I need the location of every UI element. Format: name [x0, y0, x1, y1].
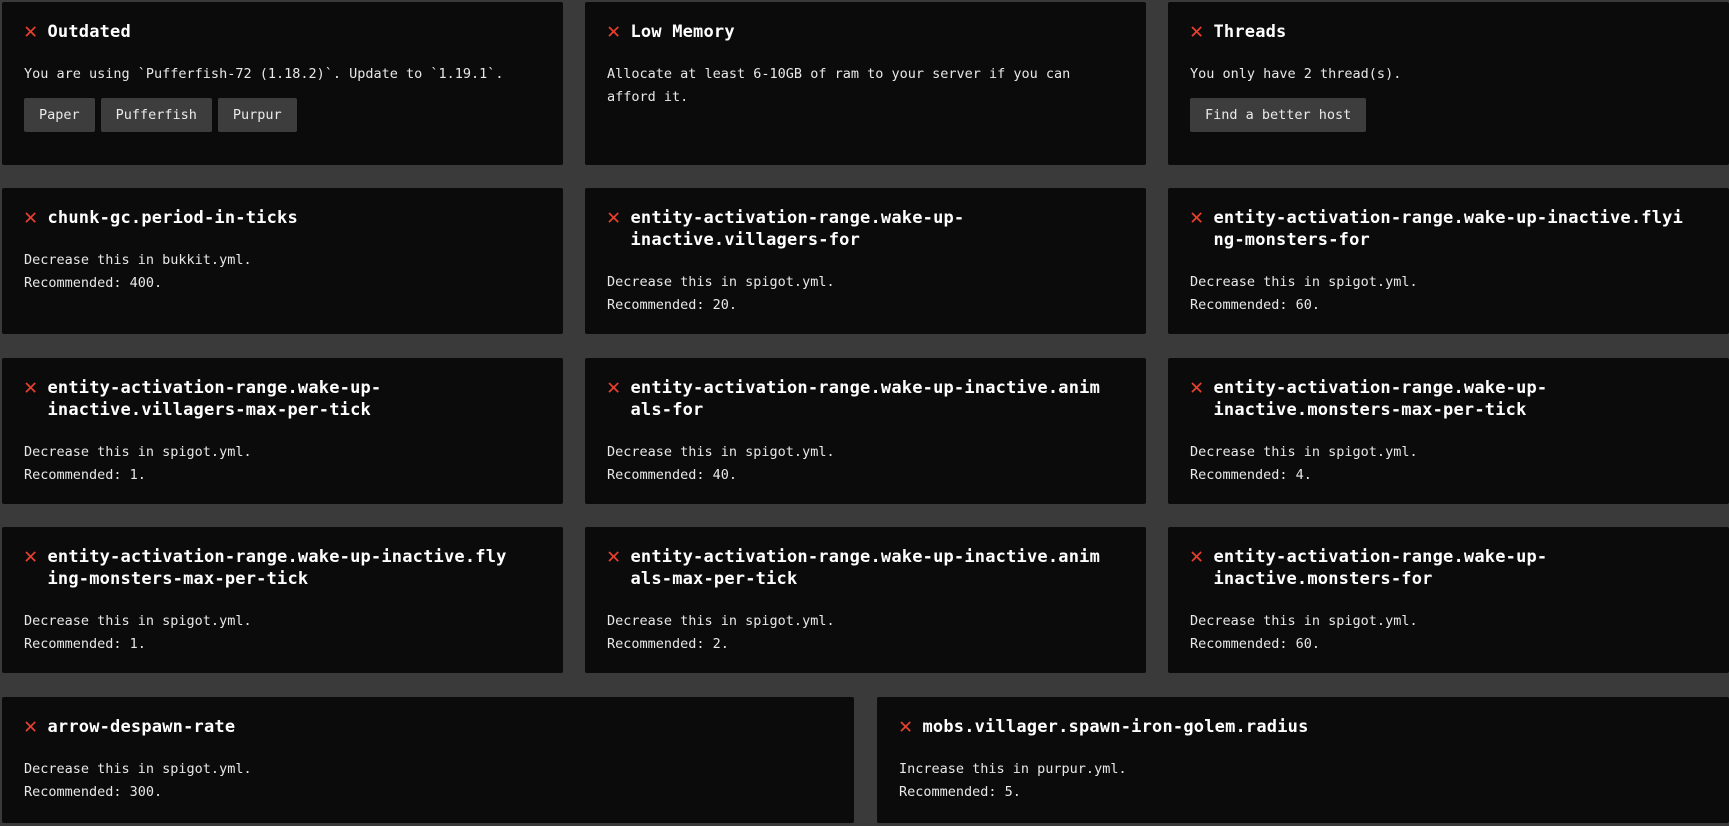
close-x-icon: ✕ [607, 19, 621, 44]
card-title-text: entity-activation-range.wake-up-inactive… [630, 378, 1101, 420]
card-title-text: entity-activation-range.wake-up-inactive… [1213, 547, 1548, 589]
card-threads: ✕ Threads You only have 2 thread(s). Fin… [1168, 2, 1729, 165]
card-title: ✕ arrow-despawn-rate [24, 716, 584, 738]
close-x-icon: ✕ [24, 375, 38, 400]
close-x-icon: ✕ [24, 205, 38, 230]
card-recommended: Recommended: 60. [1190, 636, 1321, 652]
card-recommended: Recommended: 4. [1190, 467, 1312, 483]
card-title-text: entity-activation-range.wake-up-inactive… [47, 378, 382, 420]
card-description: You are using `Pufferfish-72 (1.18.2)`. … [24, 66, 504, 82]
card-config-item: ✕ chunk-gc.period-in-ticks Decrease this … [2, 188, 563, 334]
card-description: You only have 2 thread(s). [1190, 66, 1402, 82]
card-title: ✕ entity-activation-range.wake-up-inactiv… [1190, 377, 1550, 421]
card-title: ✕ entity-activation-range.wake-up-inactiv… [607, 546, 1107, 590]
card-title-text: entity-activation-range.wake-up-inactive… [1213, 378, 1548, 420]
card-recommended: Recommended: 1. [24, 467, 146, 483]
card-recommended: Recommended: 60. [1190, 297, 1321, 313]
card-title: ✕ chunk-gc.period-in-ticks [24, 207, 541, 229]
card-config-item: ✕ entity-activation-range.wake-up-inactiv… [1168, 527, 1729, 673]
card-description: Allocate at least 6-10GB of ram to your … [607, 66, 1071, 105]
card-title-text: arrow-despawn-rate [47, 717, 236, 737]
card-title: ✕ Low Memory [607, 21, 1124, 43]
close-x-icon: ✕ [24, 19, 38, 44]
close-x-icon: ✕ [24, 714, 38, 739]
paper-button[interactable]: Paper [24, 98, 95, 132]
fork-buttons: Paper Pufferfish Purpur [24, 98, 541, 132]
card-outdated: ✕ Outdated You are using `Pufferfish-72 … [2, 2, 563, 165]
card-config-item: ✕ entity-activation-range.wake-up-inactiv… [1168, 358, 1729, 504]
card-config-item: ✕ entity-activation-range.wake-up-inactiv… [2, 358, 563, 504]
card-instruction: Decrease this in spigot.yml. [1190, 444, 1418, 460]
card-recommended: Recommended: 400. [24, 275, 163, 291]
card-config-item: ✕ arrow-despawn-rate Decrease this in spi… [2, 697, 854, 823]
card-title: ✕ Threads [1190, 21, 1707, 43]
card-recommended: Recommended: 1. [24, 636, 146, 652]
card-title: ✕ entity-activation-range.wake-up-inactiv… [1190, 207, 1690, 251]
card-instruction: Decrease this in spigot.yml. [24, 761, 252, 777]
card-recommended: Recommended: 2. [607, 636, 729, 652]
card-recommended: Recommended: 40. [607, 467, 738, 483]
card-title-text: entity-activation-range.wake-up-inactive… [1213, 208, 1684, 250]
close-x-icon: ✕ [607, 544, 621, 569]
close-x-icon: ✕ [1190, 19, 1204, 44]
card-title-text: chunk-gc.period-in-ticks [47, 208, 298, 228]
find-better-host-button[interactable]: Find a better host [1190, 98, 1367, 132]
pufferfish-button[interactable]: Pufferfish [100, 98, 212, 132]
card-title: ✕ entity-activation-range.wake-up-inactiv… [607, 207, 967, 251]
card-recommended: Recommended: 5. [899, 784, 1021, 800]
card-title-text: entity-activation-range.wake-up-inactive… [47, 547, 507, 589]
card-title: ✕ Outdated [24, 21, 541, 43]
close-x-icon: ✕ [1190, 375, 1204, 400]
card-title-text: Outdated [47, 22, 131, 42]
close-x-icon: ✕ [607, 205, 621, 230]
card-instruction: Decrease this in spigot.yml. [1190, 613, 1418, 629]
card-instruction: Decrease this in bukkit.yml. [24, 252, 252, 268]
card-config-item: ✕ entity-activation-range.wake-up-inactiv… [585, 527, 1146, 673]
card-title: ✕ entity-activation-range.wake-up-inactiv… [607, 377, 1107, 421]
card-config-item: ✕ entity-activation-range.wake-up-inactiv… [2, 527, 563, 673]
card-recommended: Recommended: 20. [607, 297, 738, 313]
close-x-icon: ✕ [899, 714, 913, 739]
card-config-item: ✕ entity-activation-range.wake-up-inactiv… [585, 358, 1146, 504]
card-config-item: ✕ mobs.villager.spawn-iron-golem.radius I… [877, 697, 1729, 823]
recommendations-grid: ✕ Outdated You are using `Pufferfish-72 … [0, 0, 1729, 826]
card-instruction: Decrease this in spigot.yml. [24, 613, 252, 629]
close-x-icon: ✕ [1190, 544, 1204, 569]
card-instruction: Decrease this in spigot.yml. [607, 613, 835, 629]
purpur-button[interactable]: Purpur [217, 98, 297, 132]
card-config-item: ✕ entity-activation-range.wake-up-inactiv… [1168, 188, 1729, 334]
card-title-text: entity-activation-range.wake-up-inactive… [630, 208, 965, 250]
card-title: ✕ entity-activation-range.wake-up-inactiv… [24, 546, 514, 590]
card-title: ✕ mobs.villager.spawn-iron-golem.radius [899, 716, 1459, 738]
card-title-text: entity-activation-range.wake-up-inactive… [630, 547, 1101, 589]
host-buttons: Find a better host [1190, 98, 1707, 132]
card-title-text: Low Memory [630, 22, 735, 42]
card-title-text: Threads [1213, 22, 1287, 42]
card-title: ✕ entity-activation-range.wake-up-inactiv… [1190, 546, 1550, 590]
card-instruction: Increase this in purpur.yml. [899, 761, 1127, 777]
close-x-icon: ✕ [1190, 205, 1204, 230]
close-x-icon: ✕ [607, 375, 621, 400]
card-recommended: Recommended: 300. [24, 784, 163, 800]
close-x-icon: ✕ [24, 544, 38, 569]
card-instruction: Decrease this in spigot.yml. [24, 444, 252, 460]
card-title: ✕ entity-activation-range.wake-up-inactiv… [24, 377, 384, 421]
card-low-memory: ✕ Low Memory Allocate at least 6-10GB of… [585, 2, 1146, 165]
card-instruction: Decrease this in spigot.yml. [607, 444, 835, 460]
card-instruction: Decrease this in spigot.yml. [607, 274, 835, 290]
card-config-item: ✕ entity-activation-range.wake-up-inactiv… [585, 188, 1146, 334]
card-instruction: Decrease this in spigot.yml. [1190, 274, 1418, 290]
card-title-text: mobs.villager.spawn-iron-golem.radius [922, 717, 1309, 737]
